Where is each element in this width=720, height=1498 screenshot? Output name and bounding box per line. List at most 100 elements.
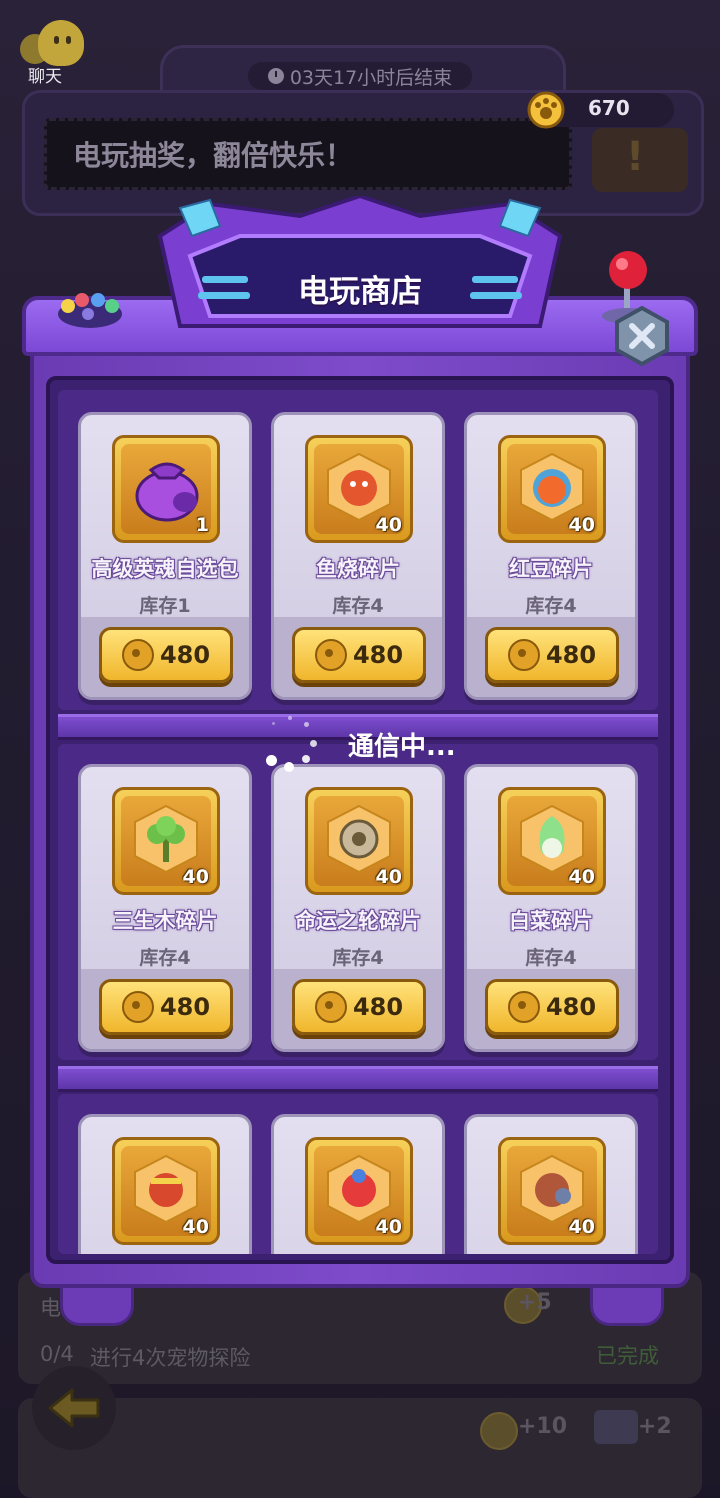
paw-coin-icon <box>121 639 154 671</box>
shop-item-card[interactable]: 40 白菜碎片 库存4 480 <box>464 764 638 1052</box>
item-price: 480 <box>545 993 597 1021</box>
item-name: 命运之轮碎片 <box>295 909 421 933</box>
clock-icon <box>267 68 284 84</box>
task-progress: 0/4 <box>40 1342 74 1366</box>
cabinet-foot-left <box>60 1282 134 1326</box>
shop-item-card[interactable]: 40 红豆碎片 库存4 480 <box>464 412 638 700</box>
ticket-icon <box>594 1410 638 1444</box>
item-quantity: 40 <box>568 866 595 888</box>
item-quantity: 40 <box>182 1216 209 1238</box>
armored-pet-icon <box>520 1154 584 1224</box>
item-stock: 库存4 <box>332 947 384 969</box>
red-bean-pet-icon <box>520 452 584 522</box>
task-reward: +10 <box>518 1414 568 1439</box>
item-name: 红豆碎片 <box>509 557 593 581</box>
shop-item-card[interactable]: 40 三生木碎片 库存4 480 <box>78 764 252 1052</box>
item-price: 480 <box>352 641 404 669</box>
item-frame: 40 <box>305 435 413 543</box>
item-price: 480 <box>545 641 597 669</box>
item-frame: 40 <box>305 787 413 895</box>
item-name: 高级英魂自选包 <box>91 557 239 581</box>
item-stock: 库存4 <box>525 947 577 969</box>
item-frame: 40 <box>498 435 606 543</box>
item-stock: 库存4 <box>139 947 191 969</box>
task-status: 已完成 <box>596 1344 659 1368</box>
chat-label: 聊天 <box>28 67 62 87</box>
loading-spinner-dot <box>288 716 292 720</box>
shelf-board <box>58 1066 658 1092</box>
item-frame: 40 <box>498 787 606 895</box>
task-reward: +5 <box>518 1290 552 1315</box>
lion-dance-pet-icon <box>327 1154 391 1224</box>
notice-icon[interactable]: ! <box>592 128 688 192</box>
loading-spinner-dot <box>304 722 309 727</box>
loading-spinner-dot <box>272 722 275 725</box>
item-name: 白菜碎片 <box>509 909 593 933</box>
event-banner: 电玩抽奖，翻倍快乐！ <box>44 118 572 190</box>
item-price: 480 <box>159 641 211 669</box>
shop-item-card[interactable]: 40 <box>464 1114 638 1254</box>
item-stock: 库存4 <box>332 595 384 617</box>
buy-button[interactable]: 480 <box>99 979 233 1035</box>
event-banner-text: 电玩抽奖，翻倍快乐！ <box>73 139 354 172</box>
loading-spinner-dot <box>266 755 277 766</box>
item-quantity: 40 <box>568 1216 595 1238</box>
item-name: 鱼烧碎片 <box>316 557 400 581</box>
buy-button[interactable]: 480 <box>99 627 233 683</box>
paw-coin-icon <box>507 991 540 1023</box>
item-stock: 库存1 <box>139 595 191 617</box>
arcade-buttons-icon <box>58 293 122 328</box>
back-arrow-icon <box>48 1388 100 1428</box>
loading-spinner-dot <box>302 755 310 763</box>
paw-coin-icon <box>527 91 565 129</box>
back-button[interactable] <box>32 1366 116 1450</box>
close-icon[interactable] <box>612 306 672 366</box>
shop-item-card[interactable]: 40 <box>78 1114 252 1254</box>
loading-text: 通信中... <box>348 732 456 762</box>
buy-button[interactable]: 480 <box>485 627 619 683</box>
item-stock: 库存4 <box>525 595 577 617</box>
paw-coin-icon <box>314 639 347 671</box>
task-reward-secondary: +2 <box>638 1414 672 1439</box>
buy-button[interactable]: 480 <box>292 627 426 683</box>
event-timer-text: 03天17小时后结束 <box>289 66 453 89</box>
item-name: 三生木碎片 <box>112 909 218 933</box>
loading-spinner-dot <box>284 762 294 772</box>
item-frame: 1 <box>112 435 220 543</box>
item-frame: 40 <box>498 1137 606 1245</box>
loading-spinner-dot <box>310 740 317 747</box>
task-title: 电 <box>40 1296 61 1320</box>
paw-coin-icon <box>314 991 347 1023</box>
item-price: 480 <box>159 993 211 1021</box>
item-frame: 40 <box>305 1137 413 1245</box>
shop-item-card[interactable]: 40 鱼烧碎片 库存4 480 <box>271 412 445 700</box>
item-quantity: 40 <box>375 866 402 888</box>
item-frame: 40 <box>112 787 220 895</box>
buy-button[interactable]: 480 <box>485 979 619 1035</box>
tree-pet-icon <box>134 804 198 874</box>
item-frame: 40 <box>112 1137 220 1245</box>
buy-button[interactable]: 480 <box>292 979 426 1035</box>
red-warrior-pet-icon <box>134 1154 198 1224</box>
task-description: 进行4次宠物探险 <box>90 1346 251 1370</box>
item-quantity: 40 <box>375 1216 402 1238</box>
coin-count: 670 <box>588 96 630 120</box>
item-quantity: 1 <box>195 514 209 536</box>
item-quantity: 40 <box>182 866 209 888</box>
cabinet-foot-right <box>590 1282 664 1326</box>
shelf-row-clip: 40 40 40 <box>58 1114 658 1254</box>
item-price: 480 <box>352 993 404 1021</box>
event-timer: 03天17小时后结束 <box>248 62 472 90</box>
paw-coin-icon <box>507 639 540 671</box>
item-quantity: 40 <box>375 514 402 536</box>
item-quantity: 40 <box>568 514 595 536</box>
shop-item-card[interactable]: 40 <box>271 1114 445 1254</box>
shop-item-card[interactable]: 1 高级英魂自选包 库存1 480 <box>78 412 252 700</box>
fish-bake-pet-icon <box>327 452 391 522</box>
paw-coin-icon <box>121 991 154 1023</box>
paw-coin-icon <box>480 1412 518 1450</box>
task-row: +10 +2 <box>18 1398 702 1498</box>
chat-bubble-icon <box>38 20 84 66</box>
shop-item-card[interactable]: 40 命运之轮碎片 库存4 480 <box>271 764 445 1052</box>
cabbage-pet-icon <box>520 804 584 874</box>
